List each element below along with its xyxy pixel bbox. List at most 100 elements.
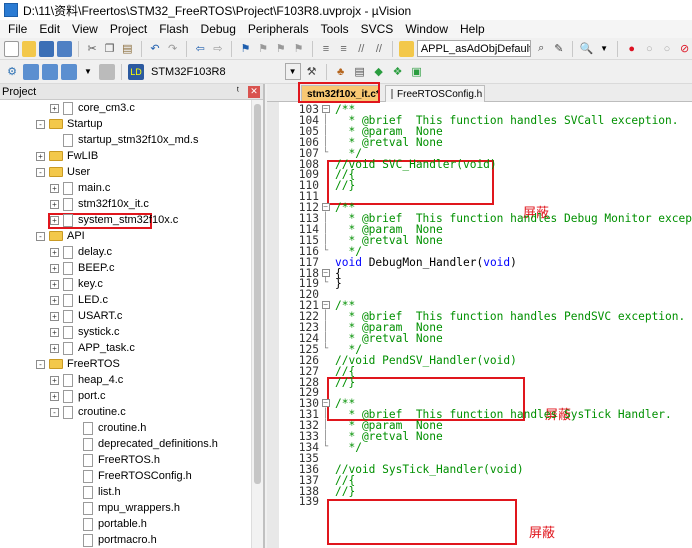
- function-combo[interactable]: APPL_asAdObjDefaultMa ▼: [416, 40, 531, 57]
- tree-file[interactable]: + APP_task.c: [50, 340, 135, 356]
- tree-scrollbar-thumb[interactable]: [254, 104, 261, 484]
- tab-freertosconfig[interactable]: FreeRTOSConfig.h: [385, 85, 485, 102]
- collapse-icon[interactable]: -: [36, 231, 45, 241]
- bookmark-prev-icon[interactable]: ⚑: [256, 41, 271, 57]
- code-line[interactable]: 132 │ * @param None: [267, 420, 692, 431]
- multi-project-icon[interactable]: ▣: [409, 64, 425, 80]
- menu-project[interactable]: Project: [104, 22, 153, 36]
- pack-installer-icon[interactable]: ❖: [390, 64, 406, 80]
- tree-folder[interactable]: - FreeRTOS: [36, 356, 120, 372]
- tools-icon[interactable]: ✎: [552, 41, 567, 57]
- code-line[interactable]: 134 └ */: [267, 442, 692, 453]
- expand-icon[interactable]: +: [50, 263, 59, 273]
- fold-collapse-icon[interactable]: −: [321, 398, 330, 409]
- find-in-files-icon[interactable]: [399, 40, 414, 57]
- code-line[interactable]: 109//{: [267, 169, 692, 180]
- fold-box-icon[interactable]: −: [321, 301, 330, 310]
- dropdown-arrow-icon[interactable]: ▼: [597, 41, 612, 57]
- menu-view[interactable]: View: [66, 22, 104, 36]
- code-line[interactable]: 122 │ * @brief This function handles Pend…: [267, 311, 692, 322]
- code-line[interactable]: 111: [267, 191, 692, 202]
- expand-icon[interactable]: +: [50, 215, 59, 225]
- tree-file[interactable]: portable.h: [70, 516, 147, 532]
- download-icon[interactable]: LD: [128, 63, 144, 80]
- dropdown-arrow-icon[interactable]: ▼: [80, 64, 96, 80]
- translate-icon[interactable]: ⚙: [4, 64, 20, 80]
- menu-help[interactable]: Help: [454, 22, 491, 36]
- code-line[interactable]: 129: [267, 387, 692, 398]
- tree-scrollbar[interactable]: [251, 100, 263, 548]
- find-icon[interactable]: ⌕: [534, 41, 549, 57]
- code-line[interactable]: 120: [267, 289, 692, 300]
- nav-back-icon[interactable]: ⇦: [193, 41, 208, 57]
- code-line[interactable]: 139: [267, 496, 692, 507]
- code-line[interactable]: 131 │ * @brief This function handles SysT…: [267, 409, 692, 420]
- breakpoint-kill-icon[interactable]: ⊘: [677, 41, 692, 57]
- manage-runtime-icon[interactable]: ◆: [371, 64, 387, 80]
- close-icon[interactable]: ✕: [248, 85, 260, 98]
- nav-forward-icon[interactable]: ⇨: [211, 41, 226, 57]
- paste-icon[interactable]: ▤: [120, 41, 135, 57]
- fold-collapse-icon[interactable]: −: [321, 104, 330, 115]
- collapse-icon[interactable]: -: [36, 167, 45, 177]
- select-packs-icon[interactable]: ▤: [352, 64, 368, 80]
- code-line[interactable]: 115 │ * @retval None: [267, 235, 692, 246]
- tree-file[interactable]: + port.c: [50, 388, 106, 404]
- code-line[interactable]: 106 │ * @retval None: [267, 137, 692, 148]
- stop-build-icon[interactable]: [99, 63, 115, 80]
- tree-file[interactable]: + heap_4.c: [50, 372, 123, 388]
- tree-file[interactable]: - croutine.c: [50, 404, 126, 420]
- menu-window[interactable]: Window: [399, 22, 454, 36]
- code-line[interactable]: 138//}: [267, 485, 692, 496]
- tree-file[interactable]: + key.c: [50, 276, 103, 292]
- tree-file[interactable]: + stm32f10x_it.c: [50, 196, 149, 212]
- menu-edit[interactable]: Edit: [33, 22, 66, 36]
- expand-icon[interactable]: +: [50, 295, 59, 305]
- tree-file[interactable]: croutine.h: [70, 420, 146, 436]
- fold-collapse-icon[interactable]: −: [321, 300, 330, 311]
- breakpoint-clear-icon[interactable]: ○: [660, 41, 675, 57]
- tree-file[interactable]: mpu_wrappers.h: [70, 500, 180, 516]
- undo-icon[interactable]: ↶: [148, 41, 163, 57]
- code-area[interactable]: 屏蔽 屏蔽 屏蔽 103−/** 104 │ * @brief This funct…: [267, 102, 692, 548]
- code-line[interactable]: 136//void SysTick_Handler(void): [267, 464, 692, 475]
- target-options-icon[interactable]: ⚒: [304, 64, 320, 80]
- expand-icon[interactable]: +: [50, 327, 59, 337]
- tree-file[interactable]: list.h: [70, 484, 121, 500]
- tree-file[interactable]: FreeRTOSConfig.h: [70, 468, 192, 484]
- copy-icon[interactable]: ❐: [102, 41, 117, 57]
- bookmark-icon[interactable]: ⚑: [238, 41, 253, 57]
- code-line[interactable]: 104 │ * @brief This function handles SVCa…: [267, 115, 692, 126]
- open-folder-icon[interactable]: [21, 40, 37, 57]
- tree-folder[interactable]: - Startup: [36, 116, 102, 132]
- fold-box-icon[interactable]: −: [321, 399, 330, 408]
- menu-file[interactable]: File: [2, 22, 33, 36]
- expand-icon[interactable]: +: [50, 375, 59, 385]
- chevron-down-icon[interactable]: ▼: [285, 64, 300, 79]
- fold-collapse-icon[interactable]: −: [321, 268, 330, 279]
- uncomment-icon[interactable]: //: [372, 41, 387, 57]
- code-line[interactable]: 119 └}: [267, 278, 692, 289]
- menu-svcs[interactable]: SVCS: [355, 22, 400, 36]
- bookmark-next-icon[interactable]: ⚑: [273, 41, 288, 57]
- menu-flash[interactable]: Flash: [153, 22, 194, 36]
- menu-peripherals[interactable]: Peripherals: [242, 22, 315, 36]
- tree-folder[interactable]: - User: [36, 164, 90, 180]
- tree-file[interactable]: portmacro.h: [70, 532, 157, 548]
- breakpoint-icon[interactable]: ●: [624, 41, 639, 57]
- indent-icon[interactable]: ≡: [319, 41, 334, 57]
- code-line[interactable]: 128//}: [267, 376, 692, 387]
- tree-file[interactable]: + main.c: [50, 180, 110, 196]
- tree-folder[interactable]: + FwLIB: [36, 148, 98, 164]
- expand-icon[interactable]: +: [50, 199, 59, 209]
- code-line[interactable]: 117 void DebugMon_Handler(void): [267, 256, 692, 267]
- code-line[interactable]: 123 │ * @param None: [267, 322, 692, 333]
- code-line[interactable]: 110//}: [267, 180, 692, 191]
- tree-file[interactable]: + systick.c: [50, 324, 120, 340]
- debug-magnifier-icon[interactable]: 🔍: [579, 41, 594, 57]
- tree-file[interactable]: deprecated_definitions.h: [70, 436, 218, 452]
- rebuild-icon[interactable]: [42, 63, 58, 80]
- redo-icon[interactable]: ↷: [165, 41, 180, 57]
- cut-icon[interactable]: ✂: [85, 41, 100, 57]
- unindent-icon[interactable]: ≡: [336, 41, 351, 57]
